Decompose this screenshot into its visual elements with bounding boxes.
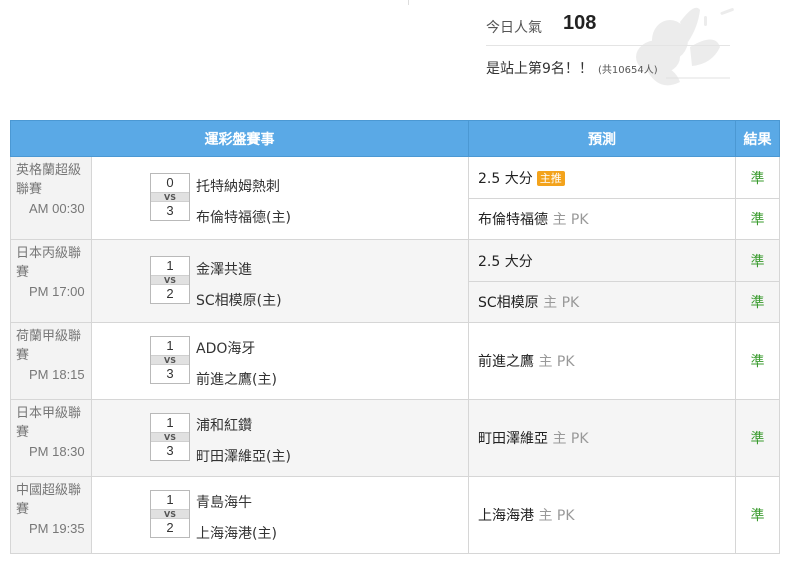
top-divider <box>408 0 409 5</box>
team-away[interactable]: ADO海牙 <box>196 338 255 358</box>
table-row: 中國超級聯賽 PM 19:35 1 VS 2 青島海牛 上海海港(主) 上海海港… <box>10 476 780 554</box>
away-score: 3 <box>166 366 174 381</box>
header-event: 運彩盤賽事 <box>10 120 469 157</box>
vs-label: VS <box>151 192 189 202</box>
league-name: 日本甲級聯賽 <box>16 406 82 440</box>
home-score: 1 <box>166 258 174 273</box>
popularity-panel: 今日人氣 108 是站上第9名！！ (共10654人) <box>486 0 730 100</box>
team-home[interactable]: 前進之鷹(主) <box>196 369 277 389</box>
table-row: 荷蘭甲級聯賽 PM 18:15 1 VS 3 ADO海牙 前進之鷹(主) 前進之… <box>10 322 780 400</box>
prediction-main: 町田澤維亞 <box>478 431 548 447</box>
vs-label: VS <box>151 355 189 365</box>
league-cell: 荷蘭甲級聯賽 PM 18:15 <box>10 322 92 400</box>
prediction-cell: 町田澤維亞 主 PK <box>468 399 736 477</box>
prediction-side: 主 PK <box>538 508 575 524</box>
prediction-cell: 前進之鷹 主 PK <box>468 322 736 400</box>
result-cell: 準 <box>735 399 780 477</box>
prediction-cell: SC相模原 主 PK <box>468 281 736 323</box>
score-box: 0 VS 3 <box>150 173 190 221</box>
match-cell: 0 VS 3 托特納姆熱刺 布倫特福德(主) <box>91 156 469 240</box>
prediction-main: SC相模原 <box>478 295 539 311</box>
score-box: 1 VS 2 <box>150 256 190 304</box>
prediction-table: 運彩盤賽事 預測 結果 英格蘭超級聯賽 AM 00:30 0 VS 3 托特納姆… <box>10 120 780 554</box>
league-name: 中國超級聯賽 <box>16 483 82 517</box>
rank-row: 是站上第9名！！ (共10654人) <box>486 58 658 78</box>
team-home[interactable]: 布倫特福德(主) <box>196 207 291 227</box>
league-cell: 日本甲級聯賽 PM 18:30 <box>10 399 92 477</box>
vs-label: VS <box>151 432 189 442</box>
away-score: 3 <box>166 443 174 458</box>
league-name: 日本丙級聯賽 <box>16 246 82 280</box>
match-cell: 1 VS 3 ADO海牙 前進之鷹(主) <box>91 322 469 400</box>
prediction-main: 2.5 大分 <box>478 170 533 187</box>
prediction-main: 前進之鷹 <box>478 354 534 370</box>
result-cell: 準 <box>735 476 780 554</box>
vs-label: VS <box>151 275 189 285</box>
rank-text: 是站上第9名！！ <box>486 61 593 77</box>
result-cell: 準 <box>735 156 780 199</box>
prediction-main: 布倫特福德 <box>478 212 548 228</box>
prediction-main: 2.5 大分 <box>478 253 533 270</box>
result-cell: 準 <box>735 281 780 323</box>
score-box: 1 VS 2 <box>150 490 190 538</box>
match-cell: 1 VS 3 浦和紅鑽 町田澤維亞(主) <box>91 399 469 477</box>
table-header-row: 運彩盤賽事 預測 結果 <box>10 120 780 157</box>
prediction-cell: 上海海港 主 PK <box>468 476 736 554</box>
result-cell: 準 <box>735 322 780 400</box>
team-away[interactable]: 托特納姆熱刺 <box>196 176 280 196</box>
table-row: 英格蘭超級聯賽 AM 00:30 0 VS 3 托特納姆熱刺 布倫特福德(主) … <box>10 156 780 240</box>
header-prediction: 預測 <box>468 120 736 157</box>
match-time: AM 00:30 <box>29 201 85 216</box>
team-away[interactable]: 浦和紅鑽 <box>196 415 252 435</box>
match-time: PM 18:30 <box>29 444 85 459</box>
score-box: 1 VS 3 <box>150 336 190 384</box>
league-cell: 日本丙級聯賽 PM 17:00 <box>10 239 92 323</box>
match-time: PM 17:00 <box>29 284 85 299</box>
team-away[interactable]: 青島海牛 <box>196 492 252 512</box>
prediction-side: 主 PK <box>543 295 580 311</box>
team-away[interactable]: 金澤共進 <box>196 259 252 279</box>
result-cell: 準 <box>735 239 780 282</box>
score-box: 1 VS 3 <box>150 413 190 461</box>
prediction-side: 主 PK <box>552 212 589 228</box>
match-cell: 1 VS 2 金澤共進 SC相模原(主) <box>91 239 469 323</box>
away-score: 2 <box>166 286 174 301</box>
match-cell: 1 VS 2 青島海牛 上海海港(主) <box>91 476 469 554</box>
league-cell: 中國超級聯賽 PM 19:35 <box>10 476 92 554</box>
away-score: 3 <box>166 203 174 218</box>
popularity-row: 今日人氣 108 <box>486 12 730 46</box>
result-cell: 準 <box>735 198 780 240</box>
home-score: 1 <box>166 338 174 353</box>
league-name: 荷蘭甲級聯賽 <box>16 329 82 363</box>
match-time: PM 18:15 <box>29 367 85 382</box>
home-score: 0 <box>166 175 174 190</box>
home-score: 1 <box>166 492 174 507</box>
recommend-badge: 主推 <box>536 170 565 186</box>
header-result: 結果 <box>735 120 780 157</box>
popularity-value: 108 <box>563 12 597 34</box>
home-score: 1 <box>166 415 174 430</box>
match-time: PM 19:35 <box>29 521 85 536</box>
team-home[interactable]: 上海海港(主) <box>196 523 277 543</box>
prediction-cell: 2.5 大分 <box>468 239 736 282</box>
table-row: 日本甲級聯賽 PM 18:30 1 VS 3 浦和紅鑽 町田澤維亞(主) 町田澤… <box>10 399 780 477</box>
rank-note: (共10654人) <box>598 65 658 76</box>
vs-label: VS <box>151 509 189 519</box>
prediction-side: 主 PK <box>538 354 575 370</box>
prediction-cell: 2.5 大分 主推 <box>468 156 736 199</box>
table-row: 日本丙級聯賽 PM 17:00 1 VS 2 金澤共進 SC相模原(主) 2.5… <box>10 239 780 323</box>
team-home[interactable]: 町田澤維亞(主) <box>196 446 291 466</box>
prediction-side: 主 PK <box>552 431 589 447</box>
popularity-label: 今日人氣 <box>486 20 542 36</box>
prediction-main: 上海海港 <box>478 508 534 524</box>
league-cell: 英格蘭超級聯賽 AM 00:30 <box>10 156 92 240</box>
league-name: 英格蘭超級聯賽 <box>16 163 82 197</box>
prediction-cell: 布倫特福德 主 PK <box>468 198 736 240</box>
team-home[interactable]: SC相模原(主) <box>196 290 282 310</box>
away-score: 2 <box>166 520 174 535</box>
